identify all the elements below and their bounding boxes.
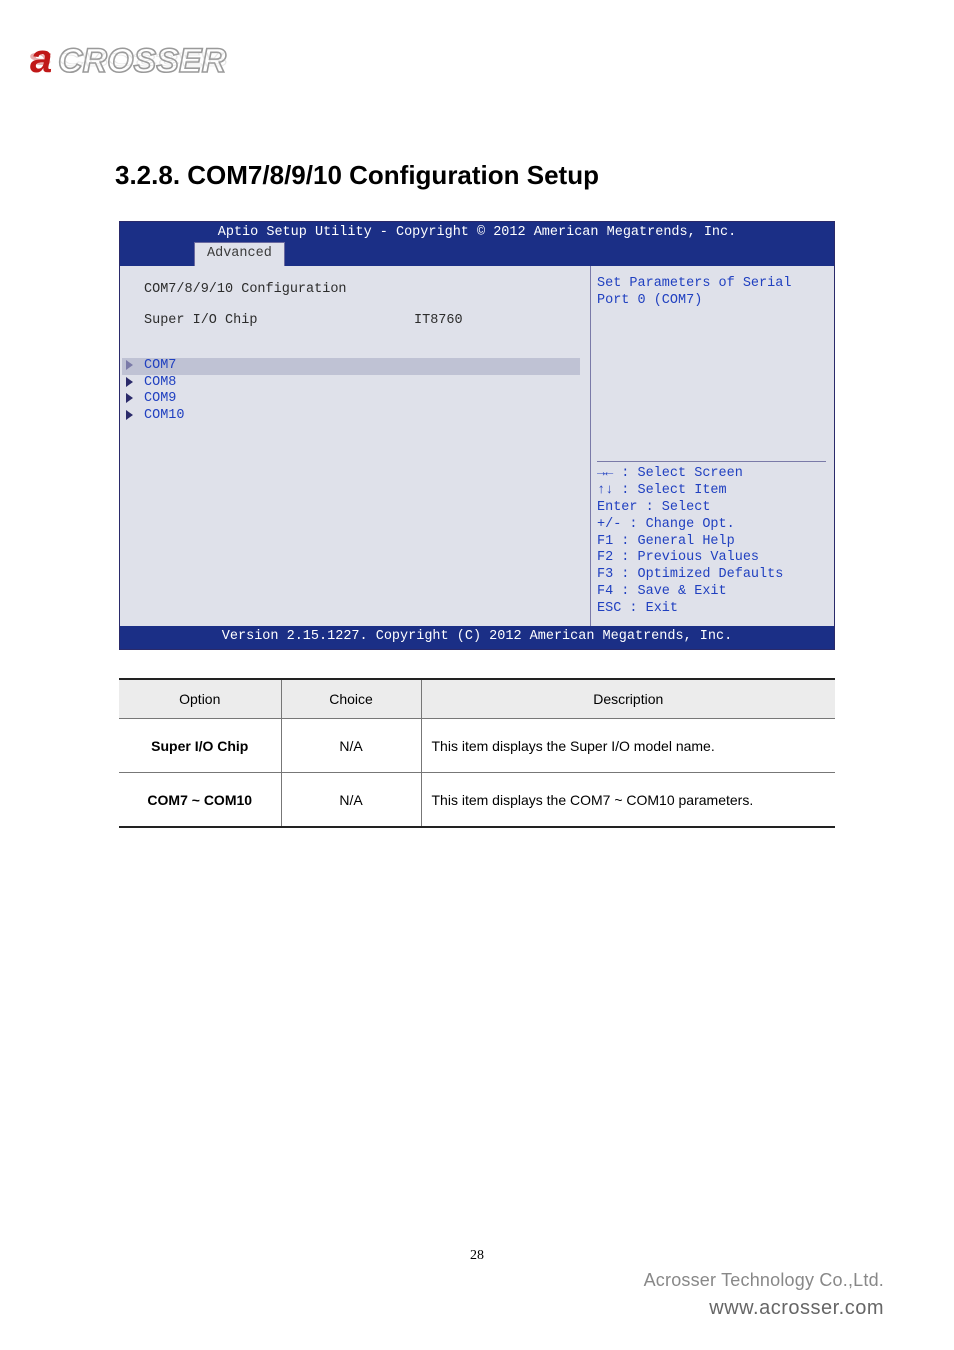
table-header-choice: Choice xyxy=(281,679,421,719)
svg-text:a: a xyxy=(30,48,52,73)
table-row: Super I/O Chip N/A This item displays th… xyxy=(119,719,835,773)
table-cell-option: Super I/O Chip xyxy=(119,719,281,773)
bios-superio-row: Super I/O Chip IT8760 xyxy=(144,313,580,330)
bios-nav-line: +/- : Change Opt. xyxy=(597,517,826,534)
bios-item-com7[interactable]: COM7 xyxy=(122,358,580,375)
bios-tab-advanced[interactable]: Advanced xyxy=(194,242,285,266)
bios-com-label: COM7 xyxy=(144,358,176,373)
bios-superio-value: IT8760 xyxy=(414,313,463,330)
bios-version-bar: Version 2.15.1227. Copyright (C) 2012 Am… xyxy=(120,626,834,649)
bios-com-label: COM9 xyxy=(144,391,176,406)
bios-nav-line: ↑↓ : Select Item xyxy=(597,483,826,500)
bios-main-pane: COM7/8/9/10 Configuration Super I/O Chip… xyxy=(120,266,590,626)
table-cell-description: This item displays the Super I/O model n… xyxy=(421,719,835,773)
bios-title-bar: Aptio Setup Utility - Copyright © 2012 A… xyxy=(120,222,834,242)
bios-com-label: COM8 xyxy=(144,375,176,390)
footer-company: Acrosser Technology Co.,Ltd. xyxy=(644,1270,884,1291)
triangle-icon xyxy=(126,377,133,387)
triangle-icon xyxy=(126,410,133,420)
bios-item-com9[interactable]: COM9 xyxy=(122,391,580,408)
table-cell-description: This item displays the COM7 ~ COM10 para… xyxy=(421,773,835,827)
table-header-description: Description xyxy=(421,679,835,719)
bios-tab-row: Advanced xyxy=(120,242,834,266)
bios-nav-line: Enter : Select xyxy=(597,500,826,517)
bios-item-com10[interactable]: COM10 xyxy=(122,408,580,425)
bios-nav-line: F1 : General Help xyxy=(597,534,826,551)
bios-nav-line: F3 : Optimized Defaults xyxy=(597,567,826,584)
triangle-icon xyxy=(126,393,133,403)
bios-superio-label: Super I/O Chip xyxy=(144,313,414,330)
table-header-row: Option Choice Description xyxy=(119,679,835,719)
bios-nav-line: →← : Select Screen xyxy=(597,466,826,483)
page-number: 28 xyxy=(0,1248,954,1264)
bios-config-title: COM7/8/9/10 Configuration xyxy=(144,282,580,299)
footer-url: www.acrosser.com xyxy=(644,1297,884,1320)
bios-nav-line: F2 : Previous Values xyxy=(597,550,826,567)
page-footer: Acrosser Technology Co.,Ltd. www.acrosse… xyxy=(644,1270,884,1320)
bios-screenshot: Aptio Setup Utility - Copyright © 2012 A… xyxy=(119,221,835,650)
bios-help-pane: Set Parameters of Serial Port 0 (COM7) →… xyxy=(590,266,834,626)
bios-nav-line: F4 : Save & Exit xyxy=(597,584,826,601)
svg-text:CROSSER: CROSSER xyxy=(58,49,226,70)
bios-nav-line: ESC : Exit xyxy=(597,601,826,618)
options-table: Option Choice Description Super I/O Chip… xyxy=(119,678,835,828)
triangle-icon xyxy=(126,360,133,370)
acrosser-logo-svg: a CROSSER a CROSSER xyxy=(30,30,310,100)
bios-com-label: COM10 xyxy=(144,408,185,423)
table-cell-option: COM7 ~ COM10 xyxy=(119,773,281,827)
table-row: COM7 ~ COM10 N/A This item displays the … xyxy=(119,773,835,827)
bios-item-com8[interactable]: COM8 xyxy=(122,375,580,392)
table-cell-choice: N/A xyxy=(281,773,421,827)
bios-help-text: Set Parameters of Serial Port 0 (COM7) xyxy=(597,276,826,461)
table-header-option: Option xyxy=(119,679,281,719)
section-heading: 3.2.8. COM7/8/9/10 Configuration Setup xyxy=(115,160,954,191)
bios-nav-help: →← : Select Screen ↑↓ : Select Item Ente… xyxy=(597,461,826,618)
bios-com-list: COM7 COM8 COM9 COM10 xyxy=(144,358,580,426)
table-cell-choice: N/A xyxy=(281,719,421,773)
brand-logo: a CROSSER a CROSSER xyxy=(30,30,310,100)
